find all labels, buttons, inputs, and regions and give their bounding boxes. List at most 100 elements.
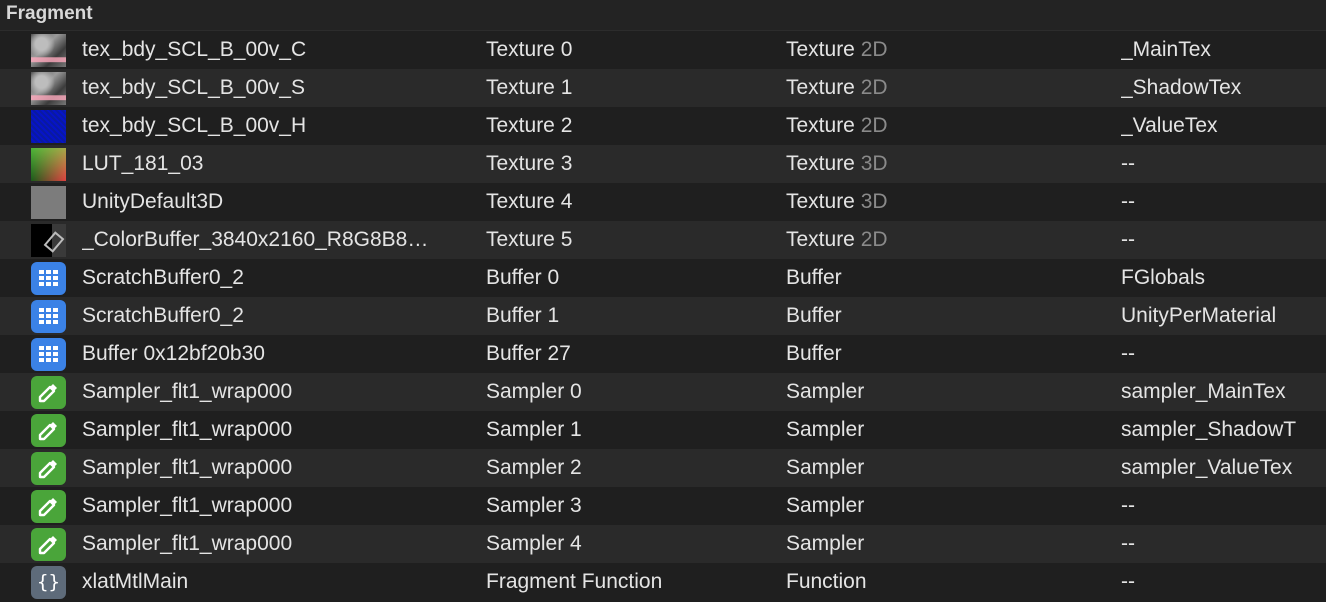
buffer-icon bbox=[31, 337, 66, 371]
resource-name: UnityDefault3D bbox=[82, 190, 224, 213]
resource-slot: Sampler 1 bbox=[486, 418, 582, 441]
lut-thumbnail-icon bbox=[31, 147, 66, 181]
resource-binding: _ShadowTex bbox=[1121, 76, 1242, 99]
resource-type-label: Texture bbox=[786, 76, 855, 99]
buffer-icon bbox=[31, 299, 66, 333]
resource-type: Texture 3D bbox=[786, 190, 1121, 214]
resource-type-label: Sampler bbox=[786, 494, 865, 517]
table-row[interactable]: ScratchBuffer0_2 Buffer 1 Buffer UnityPe… bbox=[0, 297, 1326, 335]
resource-name: Sampler_flt1_wrap000 bbox=[82, 456, 293, 479]
resource-type-label: Sampler bbox=[786, 418, 865, 441]
resource-type-label: Buffer bbox=[786, 304, 842, 327]
resource-type: Sampler bbox=[786, 418, 1121, 442]
table-row[interactable]: Buffer 0x12bf20b30 Buffer 27 Buffer -- bbox=[0, 335, 1326, 373]
table-row[interactable]: Sampler_flt1_wrap000 Sampler 2 Sampler s… bbox=[0, 449, 1326, 487]
section-header-fragment[interactable]: Fragment bbox=[0, 0, 1326, 31]
resource-name: tex_bdy_SCL_B_00v_S bbox=[82, 76, 305, 99]
resource-slot: Sampler 3 bbox=[486, 494, 582, 517]
resource-dimension: 2D bbox=[860, 228, 888, 251]
table-row[interactable]: tex_bdy_SCL_B_00v_C Texture 0 Texture 2D… bbox=[0, 31, 1326, 69]
resource-name: _ColorBuffer_3840x2160_R8G8B8… bbox=[82, 228, 429, 251]
resource-name: Sampler_flt1_wrap000 bbox=[82, 380, 293, 403]
table-row[interactable]: LUT_181_03 Texture 3 Texture 3D -- bbox=[0, 145, 1326, 183]
texture-thumbnail-icon bbox=[31, 109, 66, 143]
table-row[interactable]: UnityDefault3D Texture 4 Texture 3D -- bbox=[0, 183, 1326, 221]
resource-slot: Buffer 0 bbox=[486, 266, 560, 289]
resource-binding: _ValueTex bbox=[1121, 114, 1218, 137]
resource-slot: Texture 4 bbox=[486, 190, 573, 213]
resource-type: Texture 2D bbox=[786, 228, 1121, 252]
resource-type: Sampler bbox=[786, 532, 1121, 556]
resource-binding: UnityPerMaterial bbox=[1121, 304, 1277, 327]
resource-type-label: Buffer bbox=[786, 342, 842, 365]
resource-type: Buffer bbox=[786, 342, 1121, 366]
resource-binding: FGlobals bbox=[1121, 266, 1206, 289]
resource-dimension: 2D bbox=[860, 38, 888, 61]
resource-binding: -- bbox=[1121, 190, 1135, 213]
resource-type: Sampler bbox=[786, 494, 1121, 518]
resource-type-label: Texture bbox=[786, 152, 855, 175]
resource-type: Texture 3D bbox=[786, 152, 1121, 176]
resource-name: ScratchBuffer0_2 bbox=[82, 304, 244, 327]
table-row[interactable]: Sampler_flt1_wrap000 Sampler 1 Sampler s… bbox=[0, 411, 1326, 449]
resource-slot: Sampler 0 bbox=[486, 380, 582, 403]
resource-type-label: Texture bbox=[786, 190, 855, 213]
sampler-eyedropper-icon bbox=[31, 375, 66, 409]
resource-slot: Texture 2 bbox=[486, 114, 573, 137]
resource-name: tex_bdy_SCL_B_00v_H bbox=[82, 114, 307, 137]
resource-binding: -- bbox=[1121, 494, 1135, 517]
fragment-bindings-panel: Fragment tex_bdy_SCL_B_00v_C Texture 0 T… bbox=[0, 0, 1326, 602]
resource-dimension: 2D bbox=[860, 114, 888, 137]
sampler-eyedropper-icon bbox=[31, 489, 66, 523]
resource-type-label: Sampler bbox=[786, 380, 865, 403]
resource-binding: -- bbox=[1121, 342, 1135, 365]
resource-slot: Texture 1 bbox=[486, 76, 573, 99]
resource-type: Buffer bbox=[786, 304, 1121, 328]
resource-binding: _MainTex bbox=[1121, 38, 1211, 61]
buffer-icon bbox=[31, 261, 66, 295]
resource-slot: Buffer 1 bbox=[486, 304, 560, 327]
resource-binding: -- bbox=[1121, 570, 1135, 593]
resource-binding: sampler_ShadowT bbox=[1121, 418, 1297, 441]
table-row[interactable]: tex_bdy_SCL_B_00v_H Texture 2 Texture 2D… bbox=[0, 107, 1326, 145]
resource-type: Buffer bbox=[786, 266, 1121, 290]
resource-slot: Sampler 2 bbox=[486, 456, 582, 479]
function-braces-icon: {} bbox=[31, 565, 66, 599]
resource-type-label: Sampler bbox=[786, 532, 865, 555]
table-row[interactable]: Sampler_flt1_wrap000 Sampler 3 Sampler -… bbox=[0, 487, 1326, 525]
gray-texture-thumbnail-icon bbox=[31, 185, 66, 219]
table-row[interactable]: {} xlatMtlMain Fragment Function Functio… bbox=[0, 563, 1326, 601]
resource-dimension: 3D bbox=[860, 190, 888, 213]
resource-name: Sampler_flt1_wrap000 bbox=[82, 494, 293, 517]
texture-thumbnail-icon bbox=[31, 71, 66, 105]
resource-type-label: Texture bbox=[786, 228, 855, 251]
resource-type-label: Function bbox=[786, 570, 867, 593]
table-row[interactable]: _ColorBuffer_3840x2160_R8G8B8… Texture 5… bbox=[0, 221, 1326, 259]
resource-name: xlatMtlMain bbox=[82, 570, 189, 593]
resource-binding: -- bbox=[1121, 228, 1135, 251]
resource-slot: Buffer 27 bbox=[486, 342, 571, 365]
table-row[interactable]: tex_bdy_SCL_B_00v_S Texture 1 Texture 2D… bbox=[0, 69, 1326, 107]
resource-slot: Texture 0 bbox=[486, 38, 573, 61]
resource-slot: Texture 5 bbox=[486, 228, 573, 251]
resource-type: Texture 2D bbox=[786, 38, 1121, 62]
resource-type: Sampler bbox=[786, 380, 1121, 404]
table-row[interactable]: ScratchBuffer0_2 Buffer 0 Buffer FGlobal… bbox=[0, 259, 1326, 297]
resource-name: ScratchBuffer0_2 bbox=[82, 266, 244, 289]
sampler-eyedropper-icon bbox=[31, 527, 66, 561]
resource-name: Sampler_flt1_wrap000 bbox=[82, 418, 293, 441]
sampler-eyedropper-icon bbox=[31, 413, 66, 447]
table-row[interactable]: Sampler_flt1_wrap000 Sampler 0 Sampler s… bbox=[0, 373, 1326, 411]
sampler-eyedropper-icon bbox=[31, 451, 66, 485]
resource-type: Texture 2D bbox=[786, 114, 1121, 138]
resource-slot: Texture 3 bbox=[486, 152, 573, 175]
table-row[interactable]: Sampler_flt1_wrap000 Sampler 4 Sampler -… bbox=[0, 525, 1326, 563]
resource-type-label: Texture bbox=[786, 114, 855, 137]
resource-type: Texture 2D bbox=[786, 76, 1121, 100]
resource-binding: -- bbox=[1121, 152, 1135, 175]
resource-type-label: Texture bbox=[786, 38, 855, 61]
resource-type: Function bbox=[786, 570, 1121, 594]
resource-name: Buffer 0x12bf20b30 bbox=[82, 342, 265, 365]
resource-dimension: 2D bbox=[860, 76, 888, 99]
resource-name: LUT_181_03 bbox=[82, 152, 204, 175]
